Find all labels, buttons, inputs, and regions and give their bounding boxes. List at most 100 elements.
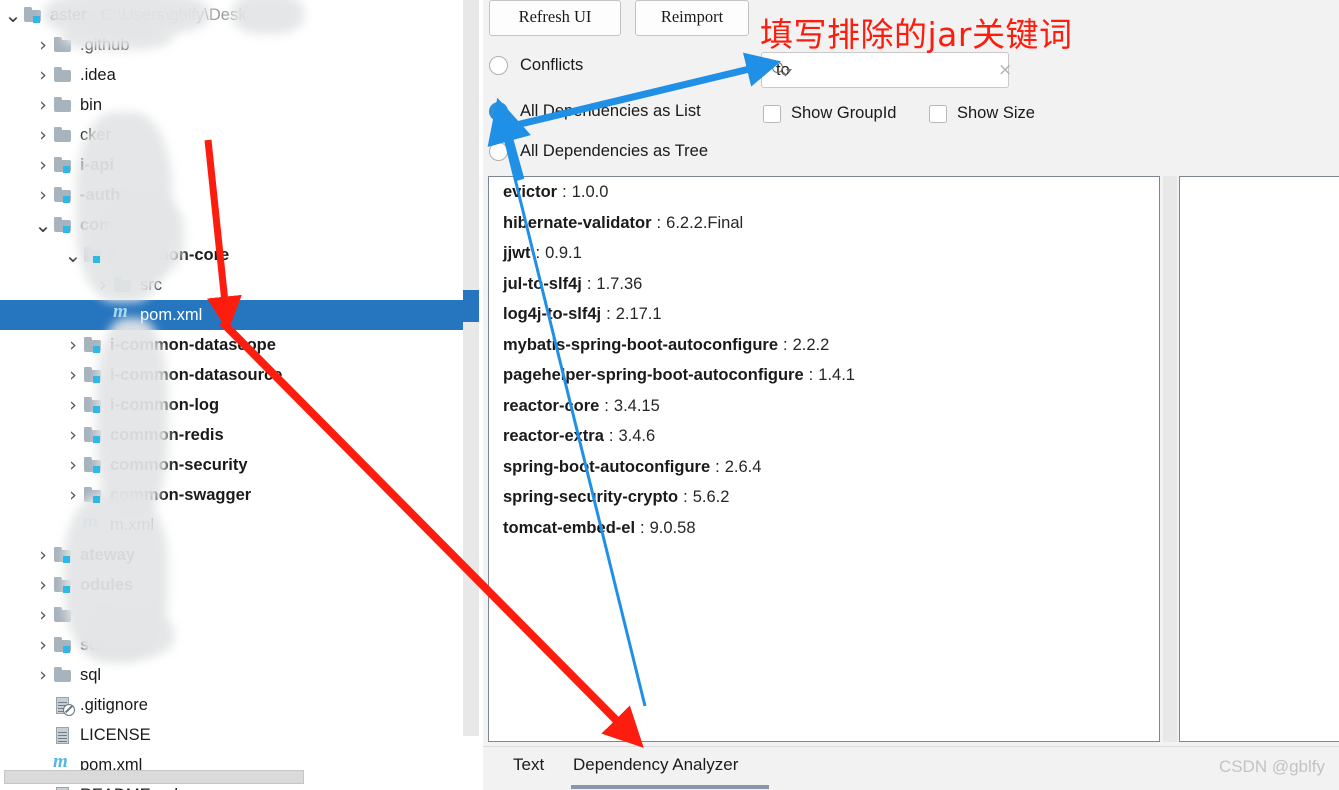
radio-all-dependencies-as-list[interactable]: All Dependencies as List — [489, 102, 701, 121]
dependency-version: 9.0.58 — [649, 518, 696, 537]
chevron-down-icon[interactable]: ⌄ — [4, 5, 22, 25]
chevron-right-icon[interactable]: › — [34, 35, 52, 55]
tree-row[interactable]: › common-security — [0, 450, 463, 480]
chevron-down-icon[interactable]: ⌄ — [34, 215, 52, 235]
tree-row[interactable]: › odules — [0, 570, 463, 600]
chevron-right-icon[interactable]: › — [34, 95, 52, 115]
dependency-list-item[interactable]: spring-boot-autoconfigure:2.6.4 — [489, 452, 1159, 483]
dependency-list-item[interactable]: mybatis-spring-boot-autoconfigure:2.2.2 — [489, 330, 1159, 361]
dependency-artifact-id: mybatis-spring-boot-autoconfigure — [503, 335, 778, 354]
tree-row-selected[interactable]: pom.xml — [0, 300, 463, 330]
dependency-list-item[interactable]: jjwt:0.9.1 — [489, 238, 1159, 269]
reimport-button[interactable]: Reimport — [635, 0, 749, 36]
dependency-list-item[interactable]: spring-security-crypto:5.6.2 — [489, 482, 1159, 513]
project-tree-panel[interactable]: ⌄ aster C:\Users\gblfy\Desk › .github › .idea ›… — [0, 0, 463, 790]
tree-row[interactable]: .gitignore — [0, 690, 463, 720]
tree-row[interactable]: ⌄ common — [0, 210, 463, 240]
folder-icon — [52, 126, 74, 144]
tree-item-label: i-common-log — [110, 395, 220, 414]
dependency-separator: : — [656, 213, 662, 232]
tab-dependency-analyzer[interactable]: Dependency Analyzer — [573, 755, 738, 775]
tree-row[interactable]: › .github — [0, 30, 463, 60]
chevron-right-icon[interactable]: › — [34, 155, 52, 175]
tree-row[interactable]: LICENSE — [0, 720, 463, 750]
tree-row[interactable]: m.xml — [0, 510, 463, 540]
tree-row[interactable]: › common-swagger — [0, 480, 463, 510]
tree-row[interactable]: › i-common-datasource — [0, 360, 463, 390]
radio-all-dependencies-as-tree[interactable]: All Dependencies as Tree — [489, 142, 708, 161]
refresh-ui-button[interactable]: Refresh UI — [489, 0, 621, 36]
tree-item-label: pom.xml — [140, 305, 203, 324]
chevron-right-icon[interactable]: › — [64, 485, 82, 505]
tree-row[interactable]: › bin — [0, 90, 463, 120]
tree-scrollbar-track[interactable] — [463, 0, 479, 736]
dependency-artifact-id: reactor-core — [503, 396, 600, 415]
chevron-right-icon[interactable]: › — [64, 395, 82, 415]
chevron-right-icon[interactable]: › — [34, 665, 52, 685]
dependency-list-item[interactable]: reactor-extra:3.4.6 — [489, 421, 1159, 452]
project-tree[interactable]: ⌄ aster C:\Users\gblfy\Desk › .github › .idea ›… — [0, 0, 463, 790]
tree-row[interactable]: › -auth — [0, 180, 463, 210]
dependency-list[interactable]: evictor:1.0.0 hibernate-validator:6.2.2.F… — [488, 176, 1160, 742]
maven-module-folder-icon — [52, 576, 74, 594]
chevron-right-icon[interactable]: › — [34, 605, 52, 625]
folder-icon — [52, 666, 74, 684]
file-icon — [52, 786, 74, 790]
maven-pom-icon — [112, 301, 134, 324]
dependency-search-box[interactable]: × — [761, 52, 1012, 88]
chevron-right-icon[interactable]: › — [34, 635, 52, 655]
tree-row[interactable]: › cker — [0, 120, 463, 150]
tree-row[interactable]: › i-common-log — [0, 390, 463, 420]
chevron-right-icon[interactable]: › — [34, 545, 52, 565]
radio-conflicts[interactable]: Conflicts — [489, 56, 583, 75]
chevron-right-icon[interactable]: › — [64, 455, 82, 475]
chevron-right-icon[interactable]: › — [34, 125, 52, 145]
dependency-list-item[interactable]: evictor:1.0.0 — [489, 177, 1159, 208]
tab-text[interactable]: Text — [513, 755, 544, 775]
dependency-list-item[interactable]: reactor-core:3.4.15 — [489, 391, 1159, 422]
dependency-version: 1.7.36 — [596, 274, 643, 293]
checkbox-show-size[interactable]: Show Size — [929, 104, 1035, 123]
checkbox-show-groupid[interactable]: Show GroupId — [763, 104, 896, 123]
dependency-artifact-id: jul-to-slf4j — [503, 274, 582, 293]
tree-item-label: m.xml — [110, 515, 154, 534]
tree-row[interactable]: ⌄ i-common-core — [0, 240, 463, 270]
tree-row[interactable]: › sql — [0, 660, 463, 690]
dependency-separator: : — [535, 244, 541, 262]
chevron-right-icon[interactable]: › — [34, 65, 52, 85]
tree-item-label: sual — [80, 635, 114, 654]
chevron-right-icon[interactable]: › — [64, 425, 82, 445]
chevron-down-icon[interactable]: ⌄ — [64, 245, 82, 265]
tree-row[interactable]: › — [0, 600, 463, 630]
maven-pom-icon — [82, 511, 104, 534]
dependency-list-item[interactable]: pagehelper-spring-boot-autoconfigure:1.4… — [489, 360, 1159, 391]
tree-horizontal-scrollbar[interactable] — [4, 770, 304, 784]
chevron-right-icon[interactable]: › — [94, 275, 112, 295]
dependency-artifact-id: spring-security-crypto — [503, 488, 679, 506]
dependency-separator: : — [783, 335, 788, 354]
dependency-list-item[interactable]: tomcat-embed-el:9.0.58 — [489, 513, 1159, 544]
dependency-list-item[interactable]: log4j-to-slf4j:2.17.1 — [489, 299, 1159, 330]
file-icon — [52, 726, 74, 744]
chevron-right-icon[interactable]: › — [34, 185, 52, 205]
tree-scrollbar-thumb[interactable] — [463, 290, 479, 322]
tree-row[interactable]: › common-redis — [0, 420, 463, 450]
tree-row[interactable]: › .idea — [0, 60, 463, 90]
chevron-right-icon[interactable]: › — [34, 575, 52, 595]
clear-search-icon[interactable]: × — [998, 60, 1012, 80]
tree-row[interactable]: › ateway — [0, 540, 463, 570]
tree-row[interactable]: › src — [0, 270, 463, 300]
search-input[interactable] — [774, 59, 998, 81]
tree-row[interactable]: ⌄ aster C:\Users\gblfy\Desk — [0, 0, 463, 30]
tree-row[interactable]: › sual — [0, 630, 463, 660]
panel-splitter[interactable] — [1163, 176, 1177, 742]
chevron-down-icon[interactable] — [786, 69, 792, 73]
dependency-list-item[interactable]: jul-to-slf4j:1.7.36 — [489, 269, 1159, 300]
dependency-detail-panel[interactable] — [1179, 176, 1339, 742]
chevron-right-icon[interactable]: › — [64, 335, 82, 355]
tree-row[interactable]: › i-common-datascope — [0, 330, 463, 360]
chevron-right-icon[interactable]: › — [64, 365, 82, 385]
tree-row[interactable]: › i-api — [0, 150, 463, 180]
tree-item-label: common-security — [110, 455, 248, 474]
dependency-list-item[interactable]: hibernate-validator:6.2.2.Final — [489, 208, 1159, 239]
